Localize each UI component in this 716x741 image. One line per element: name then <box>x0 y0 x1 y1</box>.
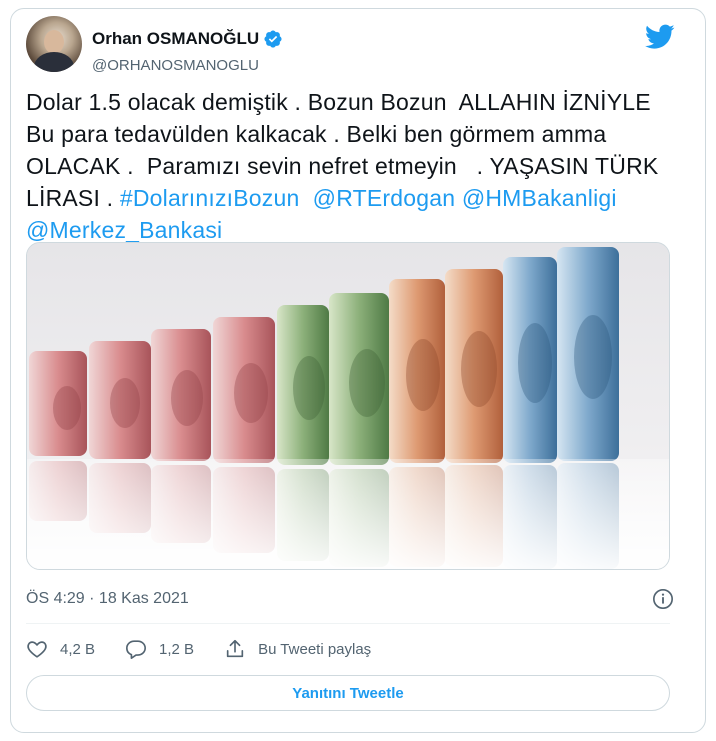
tweet-text: Dolar 1.5 olacak demiştik . Bozun Bozun … <box>26 86 686 246</box>
tweet-timestamp[interactable]: ÖS 4:29 · 18 Kas 2021 <box>26 590 189 608</box>
avatar[interactable] <box>26 16 82 72</box>
mention-link-merkez-bankasi[interactable]: @Merkez_Bankasi <box>26 217 222 243</box>
hashtag-link[interactable]: #DolarınızıBozun <box>120 185 300 211</box>
share-action[interactable]: Bu Tweeti paylaş <box>224 638 371 660</box>
tweet-line-3: OLACAK . Paramızı sevin nefret etmeyin .… <box>26 153 659 179</box>
info-icon[interactable] <box>652 588 674 610</box>
avatar-suit <box>34 52 74 72</box>
avatar-face <box>44 30 64 54</box>
author-display-name[interactable]: Orhan OSMANOĞLU <box>92 29 259 49</box>
tweet-line-4-prefix: LİRASI . <box>26 185 120 211</box>
author-handle[interactable]: @ORHANOSMANOGLU <box>92 57 259 74</box>
tweet-media-image[interactable] <box>26 242 670 570</box>
like-action[interactable]: 4,2 B <box>26 638 95 660</box>
twitter-bird-icon[interactable] <box>645 24 675 50</box>
comment-icon <box>126 640 147 659</box>
tweet-line-1: Dolar 1.5 olacak demiştik . Bozun Bozun … <box>26 89 651 115</box>
tweet-actions-bar: 4,2 B 1,2 B Bu Tweeti paylaş <box>26 636 401 662</box>
verified-badge-icon <box>264 30 282 48</box>
banknotes-photo <box>27 243 669 569</box>
reply-count: 1,2 B <box>159 640 195 658</box>
author-name-row: Orhan OSMANOĞLU <box>92 29 283 49</box>
mention-link-rterdogan[interactable]: @RTErdogan <box>313 185 456 211</box>
tweet-line-2: Bu para tedavülden kalkacak . Belki ben … <box>26 121 607 147</box>
share-label: Bu Tweeti paylaş <box>258 640 372 658</box>
heart-icon <box>27 641 47 658</box>
mention-link-hmbakanligi[interactable]: @HMBakanligi <box>462 185 617 211</box>
like-count: 4,2 B <box>60 640 96 658</box>
share-icon <box>226 639 244 658</box>
reply-action[interactable]: 1,2 B <box>125 638 194 660</box>
divider <box>26 623 670 624</box>
reply-tweet-button[interactable]: Yanıtını Tweetle <box>26 675 670 711</box>
